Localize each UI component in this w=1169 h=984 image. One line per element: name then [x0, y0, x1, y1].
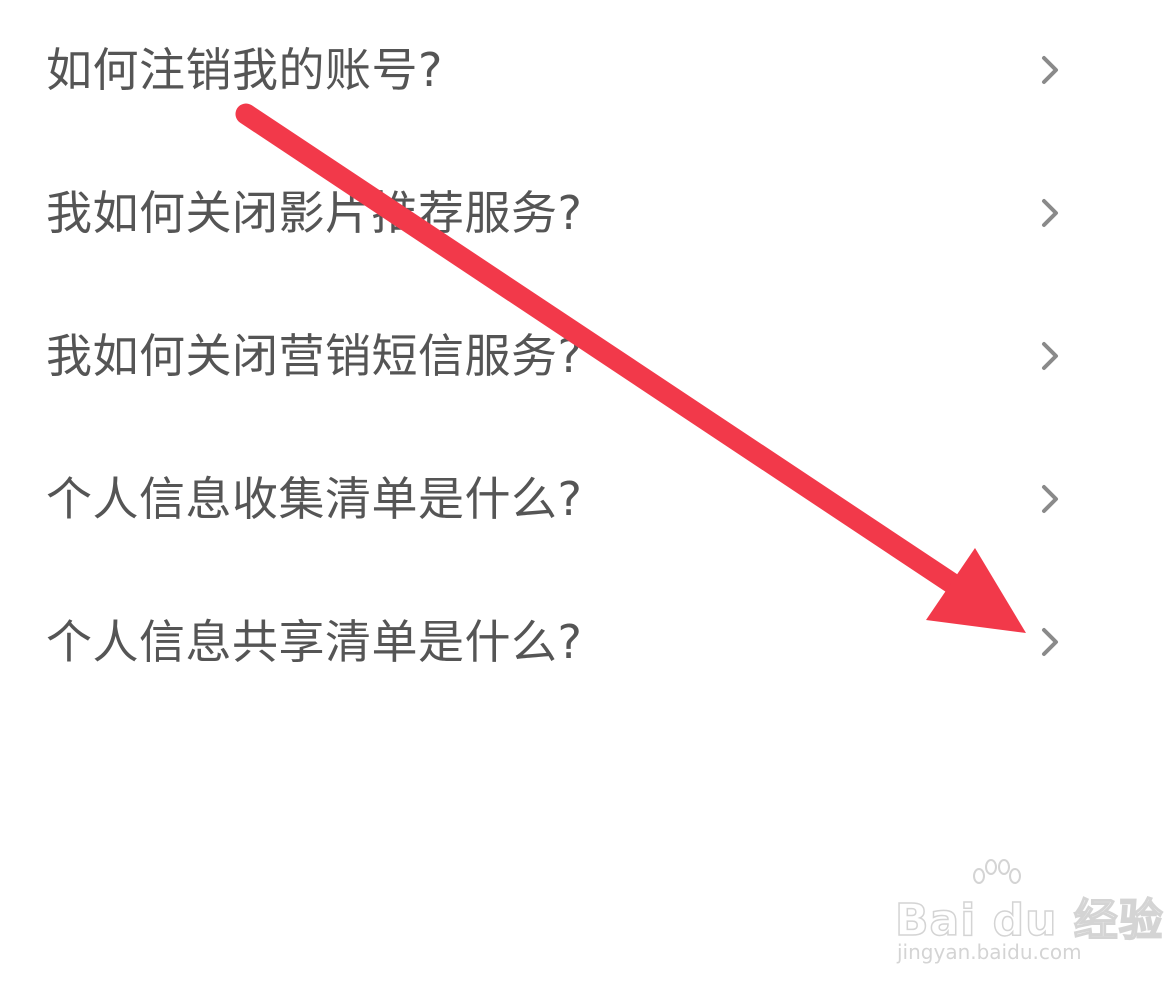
- watermark-url: jingyan.baidu.com: [897, 940, 1082, 964]
- chevron-right-icon: [1042, 628, 1058, 656]
- watermark-brand: Bai du 经验: [894, 894, 1164, 947]
- chevron-right-icon: [1042, 199, 1058, 227]
- faq-item-label: 个人信息收集清单是什么?: [46, 472, 583, 526]
- baidu-jingyan-watermark: Bai du 经验 jingyan.baidu.com: [894, 858, 1164, 968]
- faq-item-disable-marketing-sms[interactable]: 我如何关闭营销短信服务?: [0, 286, 1169, 426]
- faq-item-disable-movie-recommendation[interactable]: 我如何关闭影片推荐服务?: [0, 143, 1169, 283]
- faq-item-personal-info-collection-list[interactable]: 个人信息收集清单是什么?: [0, 429, 1169, 569]
- faq-item-label: 个人信息共享清单是什么?: [46, 615, 583, 669]
- faq-item-personal-info-sharing-list[interactable]: 个人信息共享清单是什么?: [0, 572, 1169, 712]
- faq-item-cancel-account[interactable]: 如何注销我的账号?: [0, 0, 1169, 140]
- chevron-right-icon: [1042, 485, 1058, 513]
- faq-item-label: 我如何关闭营销短信服务?: [46, 329, 583, 383]
- faq-item-label: 如何注销我的账号?: [46, 43, 443, 97]
- faq-item-label: 我如何关闭影片推荐服务?: [46, 186, 583, 240]
- chevron-right-icon: [1042, 342, 1058, 370]
- chevron-right-icon: [1042, 56, 1058, 84]
